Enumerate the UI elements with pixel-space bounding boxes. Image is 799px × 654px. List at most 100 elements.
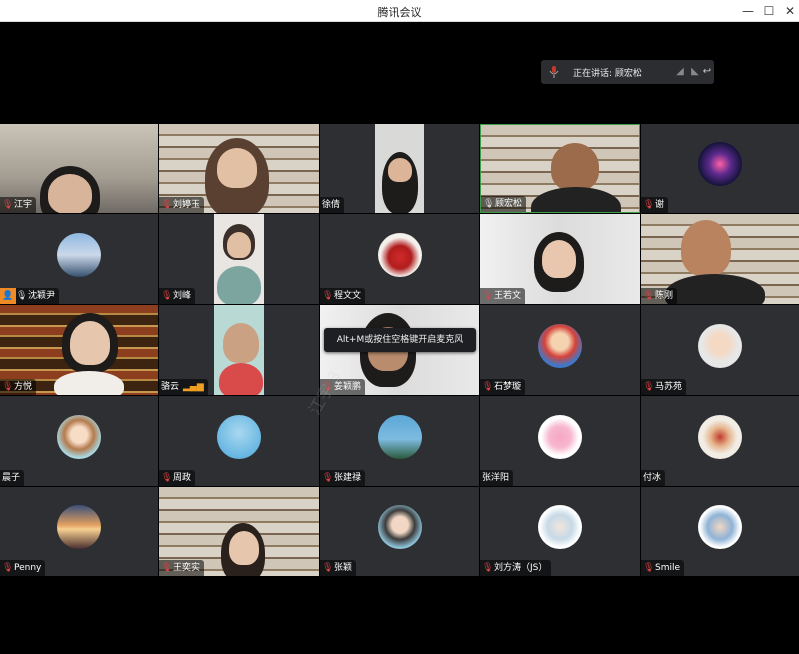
participant-label: 徐倩 <box>320 197 345 213</box>
participant-label: 🎙江宇 <box>0 197 37 213</box>
participant-name: 刘峰 <box>173 291 192 301</box>
participant-avatar <box>217 414 261 459</box>
participant-label: 🎙王奕实 <box>159 560 205 576</box>
video-tile[interactable]: 🎙陈刚 <box>641 214 799 304</box>
title-bar: 腾讯会议 — ☐ ✕ <box>0 0 799 22</box>
video-tile[interactable]: 骆云 ▂▄▆ <box>159 305 319 395</box>
participant-avatar <box>377 232 422 277</box>
video-tile[interactable]: 付冰 <box>641 396 799 486</box>
participant-name: 程文文 <box>334 291 362 301</box>
participant-avatar <box>698 323 742 368</box>
mic-muted-icon: 🎙 <box>161 200 173 210</box>
mic-muted-icon: 🎙 <box>643 200 655 210</box>
mic-muted-icon: 🎙 <box>161 473 173 483</box>
participant-avatar <box>57 414 101 459</box>
minimize-button[interactable]: — <box>740 3 756 19</box>
participant-label: 🎙顾宏松 <box>481 196 527 212</box>
video-tile[interactable]: 🎙Penny <box>0 487 158 576</box>
participant-name: Smile <box>655 563 681 573</box>
participant-name: 王若文 <box>494 291 522 301</box>
mic-muted-icon: 🎙 <box>161 563 173 573</box>
participant-avatar <box>57 505 101 550</box>
participant-label: 张洋阳 <box>480 470 514 486</box>
back-arrow-icon[interactable]: ↩ <box>700 66 714 78</box>
maximize-button[interactable]: ☐ <box>761 3 777 19</box>
participant-label: 👤 🎙沈颖尹 <box>0 288 60 304</box>
video-tile[interactable]: 🎙Smile <box>641 487 799 576</box>
video-tile[interactable]: 🎙张建禄 <box>320 396 479 486</box>
mic-muted-icon: 🎙 <box>322 563 334 573</box>
participant-label: 🎙方悦 <box>0 379 37 395</box>
participant-name: 沈颖尹 <box>28 291 56 301</box>
participant-label: 🎙Penny <box>0 560 46 576</box>
participant-avatar <box>57 232 101 277</box>
signal-icon: ▂▄▆ <box>183 382 204 392</box>
participant-avatar <box>698 414 742 459</box>
participant-label: 🎙周政 <box>159 470 196 486</box>
participant-name: 刘婷玉 <box>173 200 201 210</box>
participant-name: 张洋阳 <box>482 473 510 483</box>
mic-muted-icon: 🎙 <box>2 382 14 392</box>
mic-muted-icon: 🎙 <box>482 291 494 301</box>
host-icon: 👤 <box>0 288 16 304</box>
video-tile[interactable]: 🎙王若文 <box>480 214 640 304</box>
video-tile[interactable]: 🎙刘婷玉 <box>159 124 319 213</box>
video-tile[interactable]: 🎙谢 <box>641 124 799 213</box>
video-tile[interactable]: 张洋阳 <box>480 396 640 486</box>
participant-label: 🎙刘婷玉 <box>159 197 205 213</box>
participant-name: 骆云 <box>161 382 180 392</box>
video-tile[interactable]: 晨子 <box>0 396 158 486</box>
participant-name: 张颖 <box>334 563 353 573</box>
participant-label: 付冰 <box>641 470 666 486</box>
video-tile[interactable]: 🎙周政 <box>159 396 319 486</box>
participant-name: 江宇 <box>14 200 33 210</box>
mic-muted-icon: 🎙 <box>2 563 14 573</box>
participant-name: 陈刚 <box>655 291 674 301</box>
participant-label: 🎙张颖 <box>320 560 357 576</box>
participant-name: 顾宏松 <box>495 199 523 209</box>
video-tile[interactable]: 徐倩 <box>320 124 479 213</box>
participant-label: 🎙马苏苑 <box>641 379 687 395</box>
mic-muted-icon: 🎙 <box>322 291 334 301</box>
mic-muted-icon: 🎙 <box>482 563 494 573</box>
participant-name: Penny <box>14 563 42 573</box>
participant-name: 张建禄 <box>334 473 362 483</box>
participant-avatar <box>377 505 422 550</box>
video-tile-active-speaker[interactable]: 🎙顾宏松 <box>480 124 640 213</box>
video-tile[interactable]: 🎙方悦 <box>0 305 158 395</box>
participant-avatar <box>538 414 582 459</box>
video-tile[interactable]: 🎙马苏苑 <box>641 305 799 395</box>
participant-avatar <box>698 142 742 187</box>
window-title: 腾讯会议 <box>377 6 422 19</box>
participant-label: 🎙程文文 <box>320 288 366 304</box>
video-tile[interactable]: 🎙刘峰 <box>159 214 319 304</box>
participant-label: 🎙谢 <box>641 197 669 213</box>
participant-name: 周政 <box>173 473 192 483</box>
video-tile[interactable]: 🎙程文文 <box>320 214 479 304</box>
video-tile[interactable]: 🎙张颖 <box>320 487 479 576</box>
participant-name: 王奕实 <box>173 563 201 573</box>
participant-name: 付冰 <box>643 473 662 483</box>
participant-label: 🎙刘方涛（JS） <box>480 560 552 576</box>
video-tile[interactable]: 🎙刘方涛（JS） <box>480 487 640 576</box>
collapse-icon[interactable]: ◢ <box>673 66 687 78</box>
close-button[interactable]: ✕ <box>782 3 798 19</box>
video-tile[interactable]: 👤 🎙沈颖尹 <box>0 214 158 304</box>
participant-name: 徐倩 <box>322 200 341 210</box>
mic-icon <box>549 66 559 81</box>
participant-name: 刘方涛（JS） <box>494 563 548 573</box>
mic-icon: 🎙 <box>483 199 495 209</box>
video-tile[interactable]: 🎙石梦璇 <box>480 305 640 395</box>
participant-label: 🎙陈刚 <box>641 288 678 304</box>
participant-label: 🎙石梦璇 <box>480 379 526 395</box>
participant-label: 骆云 ▂▄▆ <box>159 379 208 395</box>
speaking-text: 正在讲话: 顾宏松 <box>573 69 642 79</box>
participant-name: 方悦 <box>14 382 33 392</box>
video-tile[interactable]: 🎙江宇 <box>0 124 158 213</box>
participant-label: 🎙张建禄 <box>320 470 366 486</box>
mic-muted-icon: 🎙 <box>643 563 655 573</box>
video-tile[interactable]: 🎙王奕实 <box>159 487 319 576</box>
participant-label: 🎙刘峰 <box>159 288 196 304</box>
participant-name: 谢 <box>655 200 665 210</box>
participant-label: 🎙Smile <box>641 560 685 576</box>
